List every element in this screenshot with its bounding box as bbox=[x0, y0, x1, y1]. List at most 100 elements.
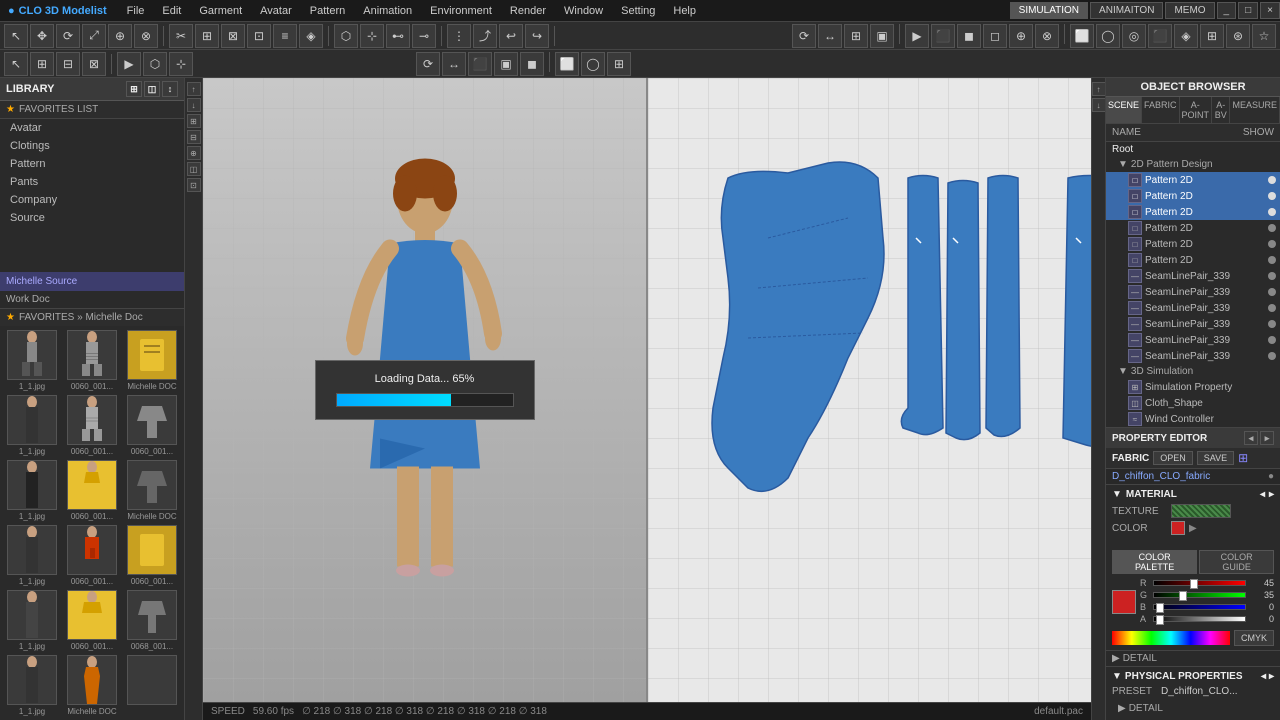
tool17[interactable]: ⋮ bbox=[447, 24, 471, 48]
tree-sim-prop[interactable]: ⊞ Simulation Property bbox=[1106, 379, 1280, 395]
tree-pattern-2d-3[interactable]: □ Pattern 2D bbox=[1106, 204, 1280, 220]
view-tool1[interactable]: ⟳ bbox=[792, 24, 816, 48]
tb2-3[interactable]: ⊟ bbox=[56, 52, 80, 76]
view-tool12[interactable]: ◯ bbox=[1096, 24, 1120, 48]
tab-apoint[interactable]: A-POINT bbox=[1180, 97, 1213, 123]
view-tool2[interactable]: ↔ bbox=[818, 24, 842, 48]
thumb-1[interactable]: 1_1.jpg bbox=[4, 330, 60, 391]
tool7[interactable]: ✂ bbox=[169, 24, 193, 48]
seam-dot-4[interactable] bbox=[1268, 320, 1276, 328]
tb2-4[interactable]: ⊠ bbox=[82, 52, 106, 76]
tb2-r6[interactable]: ⬜ bbox=[555, 52, 579, 76]
vt-btn3[interactable]: ⊞ bbox=[187, 114, 201, 128]
material-ctrl-2[interactable]: ▸ bbox=[1269, 489, 1274, 500]
view-tool7[interactable]: ◼ bbox=[957, 24, 981, 48]
rvt-btn2[interactable]: ↓ bbox=[1092, 98, 1106, 112]
tb2-r4[interactable]: ▣ bbox=[494, 52, 518, 76]
lib-btn1[interactable]: ⊞ bbox=[126, 81, 142, 97]
view-tool10[interactable]: ⊗ bbox=[1035, 24, 1059, 48]
tree-seam-6[interactable]: — SeamLinePair_339 bbox=[1106, 348, 1280, 364]
collapse-icon[interactable]: ▼ bbox=[1112, 489, 1122, 500]
menu-environment[interactable]: Environment bbox=[422, 3, 500, 19]
thumb-12[interactable]: 0060_001... bbox=[124, 525, 180, 586]
cmyk-btn[interactable]: CMYK bbox=[1234, 630, 1274, 646]
tool13[interactable]: ⬡ bbox=[334, 24, 358, 48]
tree-pattern-2d-5[interactable]: □ Pattern 2D bbox=[1106, 236, 1280, 252]
thumb-17[interactable]: Michelle DOC bbox=[64, 655, 120, 716]
tree-seam-5[interactable]: — SeamLinePair_339 bbox=[1106, 332, 1280, 348]
tb2-5[interactable]: ▶ bbox=[117, 52, 141, 76]
visibility-dot-3[interactable] bbox=[1268, 208, 1276, 216]
tb2-r7[interactable]: ◯ bbox=[581, 52, 605, 76]
hue-gradient[interactable] bbox=[1112, 631, 1230, 645]
thumb-5[interactable]: 0060_001... bbox=[64, 395, 120, 456]
maximize-btn[interactable]: □ bbox=[1238, 2, 1258, 19]
menu-garment[interactable]: Garment bbox=[191, 3, 250, 19]
thumb-3[interactable]: Michelle DOC bbox=[124, 330, 180, 391]
vt-btn4[interactable]: ⊟ bbox=[187, 130, 201, 144]
tool11[interactable]: ≡ bbox=[273, 24, 297, 48]
slider-b-track[interactable] bbox=[1153, 604, 1246, 610]
tool9[interactable]: ⊠ bbox=[221, 24, 245, 48]
tab-scene[interactable]: SCENE bbox=[1106, 97, 1142, 123]
tool8[interactable]: ⊞ bbox=[195, 24, 219, 48]
prop-ctrl-2[interactable]: ▸ bbox=[1260, 431, 1274, 445]
viewport-2d[interactable] bbox=[646, 78, 1091, 702]
detail-section[interactable]: ▶ DETAIL bbox=[1106, 650, 1280, 666]
color-expand-icon[interactable]: ▶ bbox=[1189, 523, 1197, 534]
phys-collapse-icon[interactable]: ▼ bbox=[1112, 671, 1122, 682]
visibility-dot-6[interactable] bbox=[1268, 256, 1276, 264]
thumb-7[interactable]: 1_1.jpg bbox=[4, 460, 60, 521]
tb2-7[interactable]: ⊹ bbox=[169, 52, 193, 76]
minimize-btn[interactable]: _ bbox=[1217, 2, 1237, 19]
visibility-dot-4[interactable] bbox=[1268, 224, 1276, 232]
menu-render[interactable]: Render bbox=[502, 3, 554, 19]
color-guide-tab[interactable]: COLOR GUIDE bbox=[1199, 550, 1274, 574]
scale-tool[interactable]: ⤢ bbox=[82, 24, 106, 48]
rotate-tool[interactable]: ⟳ bbox=[56, 24, 80, 48]
tree-cloth-shape[interactable]: ◫ Cloth_Shape bbox=[1106, 395, 1280, 411]
workdoc-bar[interactable]: Work Doc bbox=[0, 291, 184, 308]
slider-r-track[interactable] bbox=[1153, 580, 1246, 586]
view-tool13[interactable]: ◎ bbox=[1122, 24, 1146, 48]
rvt-btn1[interactable]: ↑ bbox=[1092, 82, 1106, 96]
tree-pattern-2d-4[interactable]: □ Pattern 2D bbox=[1106, 220, 1280, 236]
lib-clotings[interactable]: Clotings bbox=[0, 137, 184, 155]
close-btn[interactable]: × bbox=[1260, 2, 1280, 19]
thumb-14[interactable]: 0060_001... bbox=[64, 590, 120, 651]
tool15[interactable]: ⊷ bbox=[386, 24, 410, 48]
menu-animation[interactable]: Animation bbox=[355, 3, 420, 19]
tree-seam-3[interactable]: — SeamLinePair_339 bbox=[1106, 300, 1280, 316]
menu-file[interactable]: File bbox=[119, 3, 153, 19]
color-swatch[interactable] bbox=[1171, 521, 1185, 535]
tb2-r3[interactable]: ⬛ bbox=[468, 52, 492, 76]
visibility-dot-1[interactable] bbox=[1268, 176, 1276, 184]
view-tool18[interactable]: ☆ bbox=[1252, 24, 1276, 48]
memo-mode-btn[interactable]: MEMO bbox=[1165, 2, 1214, 19]
tool19[interactable]: ↩ bbox=[499, 24, 523, 48]
view-tool16[interactable]: ⊞ bbox=[1200, 24, 1224, 48]
thumb-8[interactable]: 0060_001... bbox=[64, 460, 120, 521]
tree-pattern-2d-1[interactable]: □ Pattern 2D bbox=[1106, 172, 1280, 188]
view-tool14[interactable]: ⬛ bbox=[1148, 24, 1172, 48]
view-tool6[interactable]: ⬛ bbox=[931, 24, 955, 48]
seam-dot-5[interactable] bbox=[1268, 336, 1276, 344]
tab-abv[interactable]: A-BV bbox=[1212, 97, 1230, 123]
seam-dot-1[interactable] bbox=[1268, 272, 1276, 280]
view-tool17[interactable]: ⊛ bbox=[1226, 24, 1250, 48]
tool12[interactable]: ◈ bbox=[299, 24, 323, 48]
tb2-r1[interactable]: ⟳ bbox=[416, 52, 440, 76]
phys-detail-section[interactable]: ▶ DETAIL bbox=[1112, 701, 1274, 716]
tree-seam-4[interactable]: — SeamLinePair_339 bbox=[1106, 316, 1280, 332]
menu-pattern[interactable]: Pattern bbox=[302, 3, 353, 19]
view-tool8[interactable]: ◻ bbox=[983, 24, 1007, 48]
thumb-6[interactable]: 0060_001... bbox=[124, 395, 180, 456]
move-tool[interactable]: ✥ bbox=[30, 24, 54, 48]
thumb-9[interactable]: Michelle DOC bbox=[124, 460, 180, 521]
tb2-2[interactable]: ⊞ bbox=[30, 52, 54, 76]
view-tool5[interactable]: ▶ bbox=[905, 24, 929, 48]
tree-pattern-2d-6[interactable]: □ Pattern 2D bbox=[1106, 252, 1280, 268]
slider-a-thumb[interactable] bbox=[1156, 615, 1164, 625]
tb2-r2[interactable]: ↔ bbox=[442, 52, 466, 76]
tree-wind-ctrl[interactable]: ≈ Wind Controller bbox=[1106, 411, 1280, 427]
